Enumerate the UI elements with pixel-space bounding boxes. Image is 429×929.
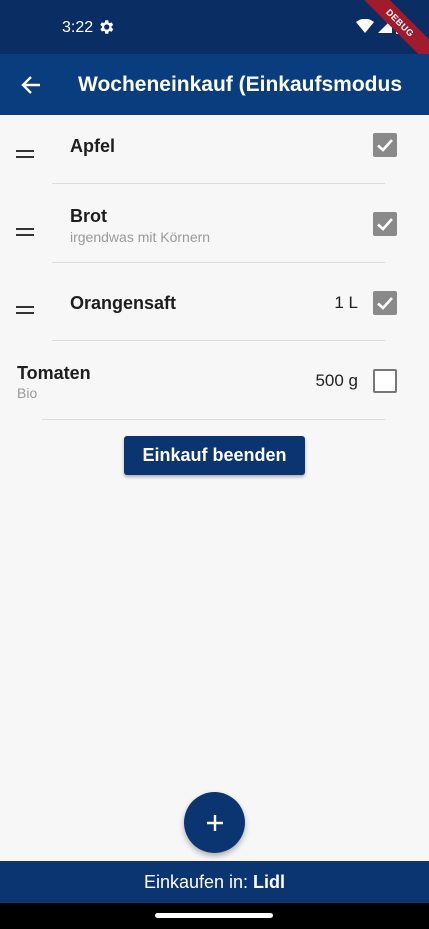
plus-icon xyxy=(206,814,223,831)
item-name: Orangensaft xyxy=(70,293,177,313)
back-button[interactable] xyxy=(0,54,62,115)
check-icon xyxy=(377,139,393,152)
divider xyxy=(42,419,385,420)
finish-shopping-button[interactable]: Einkauf beenden xyxy=(124,436,305,475)
list-item[interactable]: Tomaten Bio 500 g xyxy=(0,341,429,420)
item-checkbox[interactable] xyxy=(373,369,397,393)
item-name: Apfel xyxy=(70,136,115,156)
item-checkbox[interactable] xyxy=(373,212,397,236)
system-nav-bar xyxy=(0,903,429,929)
item-name: Brot xyxy=(70,206,107,226)
store-name: Lidl xyxy=(253,871,286,892)
add-item-button[interactable] xyxy=(184,792,245,853)
item-name: Tomaten xyxy=(17,363,91,383)
home-gesture-pill[interactable] xyxy=(155,913,273,918)
check-icon xyxy=(377,218,393,231)
settings-gear-icon xyxy=(100,20,114,34)
list-item[interactable]: Apfel xyxy=(0,115,429,184)
page-title: Wocheneinkauf (Einkaufsmodus xyxy=(78,72,402,96)
list-item[interactable]: Brot irgendwas mit Körnern xyxy=(0,184,429,263)
wifi-icon xyxy=(356,19,374,33)
list-item[interactable]: Orangensaft 1 L xyxy=(0,263,429,341)
drag-handle-icon[interactable] xyxy=(16,228,34,236)
item-subtitle: irgendwas mit Körnern xyxy=(70,229,211,245)
item-quantity: 500 g xyxy=(315,371,358,390)
app-bar: Wocheneinkauf (Einkaufsmodus xyxy=(0,54,429,115)
check-icon xyxy=(377,297,393,310)
drag-handle-icon[interactable] xyxy=(16,150,34,158)
store-bar[interactable]: Einkaufen in: Lidl xyxy=(0,861,429,903)
item-checkbox[interactable] xyxy=(373,291,397,315)
drag-handle-icon[interactable] xyxy=(16,306,34,314)
status-time: 3:22 xyxy=(62,19,94,36)
item-quantity: 1 L xyxy=(334,293,358,312)
arrow-back-icon xyxy=(21,75,40,94)
status-bar: 3:22 DEBUG xyxy=(0,0,429,69)
shopping-list: Apfel Brot irgendwas mit Körnern Orangen… xyxy=(0,115,429,420)
store-prefix: Einkaufen in: xyxy=(143,871,249,892)
item-checkbox[interactable] xyxy=(373,133,397,157)
item-subtitle: Bio xyxy=(17,385,38,401)
